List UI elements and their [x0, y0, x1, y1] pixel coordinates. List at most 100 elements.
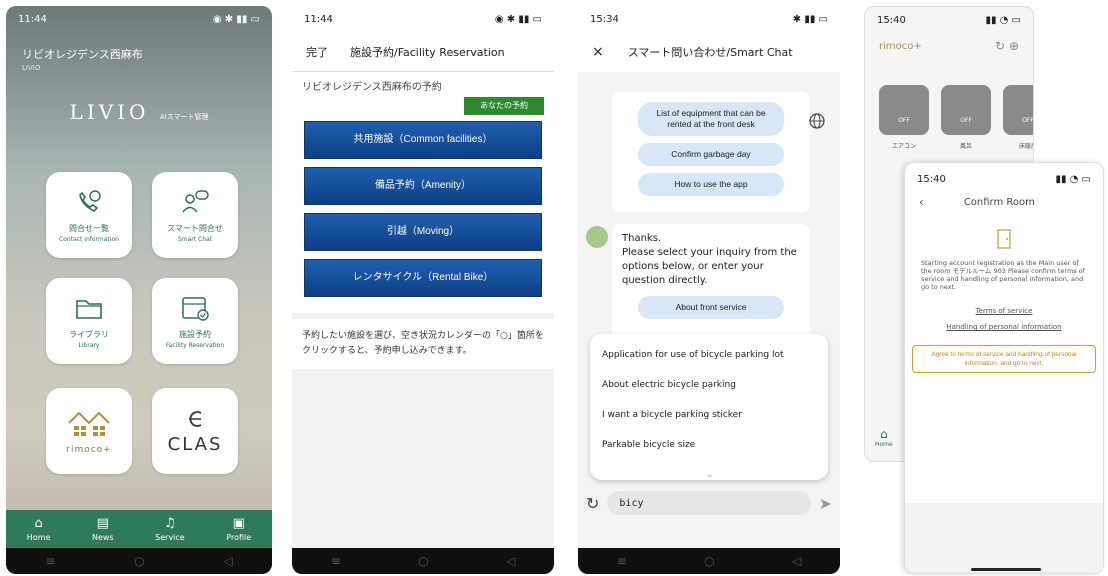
refresh-icon[interactable]: ↻ [995, 39, 1005, 53]
phone-smart-chat: 15:34 ✱ ▮▮ ▭ × スマート問い合わせ/Smart Chat List… [578, 6, 840, 574]
header: ‹ Confirm Room [905, 189, 1103, 215]
agree-button[interactable]: Agree to terms of service and handling o… [912, 345, 1096, 373]
status-time: 15:40 [917, 173, 946, 185]
suggestion-item[interactable]: I want a bicycle parking sticker [602, 400, 816, 430]
status-icons: ◉ ✱ ▮▮ ▭ [212, 13, 260, 25]
terms-link[interactable]: Terms of service [905, 307, 1103, 315]
tile-rimoco[interactable]: rimoco+ [46, 388, 132, 474]
calendar-check-icon [182, 297, 209, 321]
my-reservation-button[interactable]: あなたの予約 [464, 97, 544, 115]
back-triangle-icon[interactable]: ◁ [506, 554, 515, 568]
nav-service[interactable]: ♫ Service [155, 515, 185, 542]
suggestion-list: Application for use of bicycle parking l… [590, 334, 828, 480]
tile-label: ライブラリ [69, 330, 109, 339]
menu-icon[interactable]: ≡ [331, 554, 341, 568]
phone-facility-reservation: 11:44 ◉ ✱ ▮▮ ▭ 完了 施設予約/Facility Reservat… [292, 6, 554, 574]
tile-contact-information[interactable]: 問合せ一覧 Contact information [46, 172, 132, 258]
bot-message-bubble: Thanks. Please select your inquiry from … [612, 224, 810, 344]
amenity-button[interactable]: 備品予約（Amenity） [304, 167, 542, 205]
device-label: 床暖房 [1018, 143, 1033, 150]
page-title: 施設予約/Facility Reservation [350, 45, 505, 59]
android-nav-bar: ≡ ○ ◁ [578, 548, 840, 574]
status-bar: 11:44 ◉ ✱ ▮▮ ▭ [6, 6, 272, 32]
rimoco-label: rimoco+ [66, 445, 112, 455]
rimoco-logo: rimoco+ [879, 40, 922, 52]
chat-input[interactable] [607, 491, 811, 515]
reservation-heading: リビオレジデンス西麻布の予約 [302, 82, 442, 93]
empty-area [905, 503, 1103, 573]
device-label: 風呂 [959, 143, 972, 150]
status-time: 15:34 [590, 13, 619, 25]
suggestion-item[interactable]: About electric bicycle parking [602, 370, 816, 400]
tile-clas[interactable]: CLAS [152, 388, 238, 474]
option-rental-equipment[interactable]: List of equipment that can be rented at … [638, 102, 784, 136]
suggestion-item[interactable]: Application for use of bicycle parking l… [602, 340, 816, 370]
tile-smart-chat[interactable]: スマート問合せ Smart Chat [152, 172, 238, 258]
status-icons: ▮▮ ◔ ▭ [985, 14, 1021, 26]
done-button[interactable]: 完了 [306, 44, 328, 60]
home-indicator [971, 568, 1041, 571]
reservation-panel: リビオレジデンス西麻布の予約 あなたの予約 共用施設（Common facili… [292, 72, 554, 313]
bell-icon: ♫ [164, 515, 176, 531]
profile-card-icon: ▣ [232, 515, 245, 531]
tile-label: スマート問合せ [167, 224, 223, 233]
refresh-icon[interactable]: ↻ [586, 494, 599, 513]
livio-logo: LIVIO AIスマート管理 [69, 100, 209, 124]
header: × スマート問い合わせ/Smart Chat [578, 32, 840, 72]
common-facilities-button[interactable]: 共用施設（Common facilities） [304, 121, 542, 159]
nav-news[interactable]: ▤ News [92, 515, 114, 542]
bottom-nav: ⌂ Home ▤ News ♫ Service ▣ Profile [6, 510, 272, 548]
chevron-down-icon[interactable]: ⌄ [706, 470, 714, 480]
globe-icon[interactable] [808, 112, 826, 130]
houses-logo-icon [68, 411, 110, 436]
home-circle-icon[interactable]: ○ [704, 554, 714, 568]
home-circle-icon[interactable]: ○ [134, 554, 144, 568]
device-floor-heating-button[interactable]: OFF [1003, 85, 1033, 135]
building-name: リビオレジデンス西麻布 [22, 48, 143, 61]
back-icon[interactable]: ‹ [919, 195, 924, 209]
home-circle-icon[interactable]: ○ [418, 554, 428, 568]
option-how-to-use[interactable]: How to use the app [638, 173, 784, 196]
back-triangle-icon[interactable]: ◁ [223, 554, 232, 568]
chat-input-row: ↻ ➤ [578, 486, 840, 520]
tile-facility-reservation[interactable]: 施設予約 Facility Reservation [152, 278, 238, 364]
option-front-service[interactable]: About front service [638, 296, 784, 319]
status-bar: 11:44 ◉ ✱ ▮▮ ▭ [292, 6, 554, 32]
menu-icon[interactable]: ≡ [45, 554, 55, 568]
tile-sublabel: Contact information [59, 236, 119, 243]
rental-bike-button[interactable]: レンタサイクル（Rental Bike） [304, 259, 542, 297]
home-icon: ⌂ [34, 515, 43, 531]
status-bar: 15:40 ▮▮ ◔ ▭ [905, 163, 1103, 189]
page-title: スマート問い合わせ/Smart Chat [627, 46, 793, 59]
nav-home[interactable]: ⌂ Home [875, 427, 893, 448]
menu-icon[interactable]: ≡ [617, 554, 627, 568]
status-time: 15:40 [877, 14, 906, 26]
status-bar: 15:40 ▮▮ ◔ ▭ [865, 7, 1033, 33]
nav-home[interactable]: ⌂ Home [27, 515, 51, 542]
news-icon: ▤ [96, 515, 109, 531]
instruction-text: 予約したい施設を選び、空き状況カレンダーの「○」箇所をクリックすると、予約申し込… [292, 319, 554, 369]
building-subtitle: LIVIO [22, 64, 41, 72]
home-icon: ⌂ [880, 427, 888, 441]
android-nav-bar: ≡ ○ ◁ [6, 548, 272, 574]
suggestion-item[interactable]: Parkable bicycle size [602, 430, 816, 460]
bot-message-text: Thanks. Please select your inquiry from … [622, 233, 797, 286]
nav-profile[interactable]: ▣ Profile [226, 515, 251, 542]
tile-label: 施設予約 [179, 330, 211, 339]
tile-library[interactable]: ライブラリ Library [46, 278, 132, 364]
tile-sublabel: Library [78, 342, 100, 349]
moving-button[interactable]: 引越（Moving） [304, 213, 542, 251]
close-icon[interactable]: × [592, 44, 604, 60]
chat-person-icon [182, 190, 209, 213]
back-triangle-icon[interactable]: ◁ [792, 554, 801, 568]
privacy-link[interactable]: Handling of personal information [905, 323, 1103, 331]
add-icon[interactable]: ⊕ [1009, 39, 1019, 53]
send-icon[interactable]: ➤ [819, 494, 832, 513]
status-icons: ✱ ▮▮ ▭ [792, 13, 828, 25]
device-bath-button[interactable]: OFF [941, 85, 991, 135]
phone-livio-home: 11:44 ◉ ✱ ▮▮ ▭ リビオレジデンス西麻布 LIVIO LIVIO A… [6, 6, 272, 574]
status-time: 11:44 [304, 13, 333, 25]
tile-sublabel: Smart Chat [177, 236, 213, 243]
option-garbage-day[interactable]: Confirm garbage day [638, 143, 784, 166]
device-aircon-button[interactable]: OFF [879, 85, 929, 135]
